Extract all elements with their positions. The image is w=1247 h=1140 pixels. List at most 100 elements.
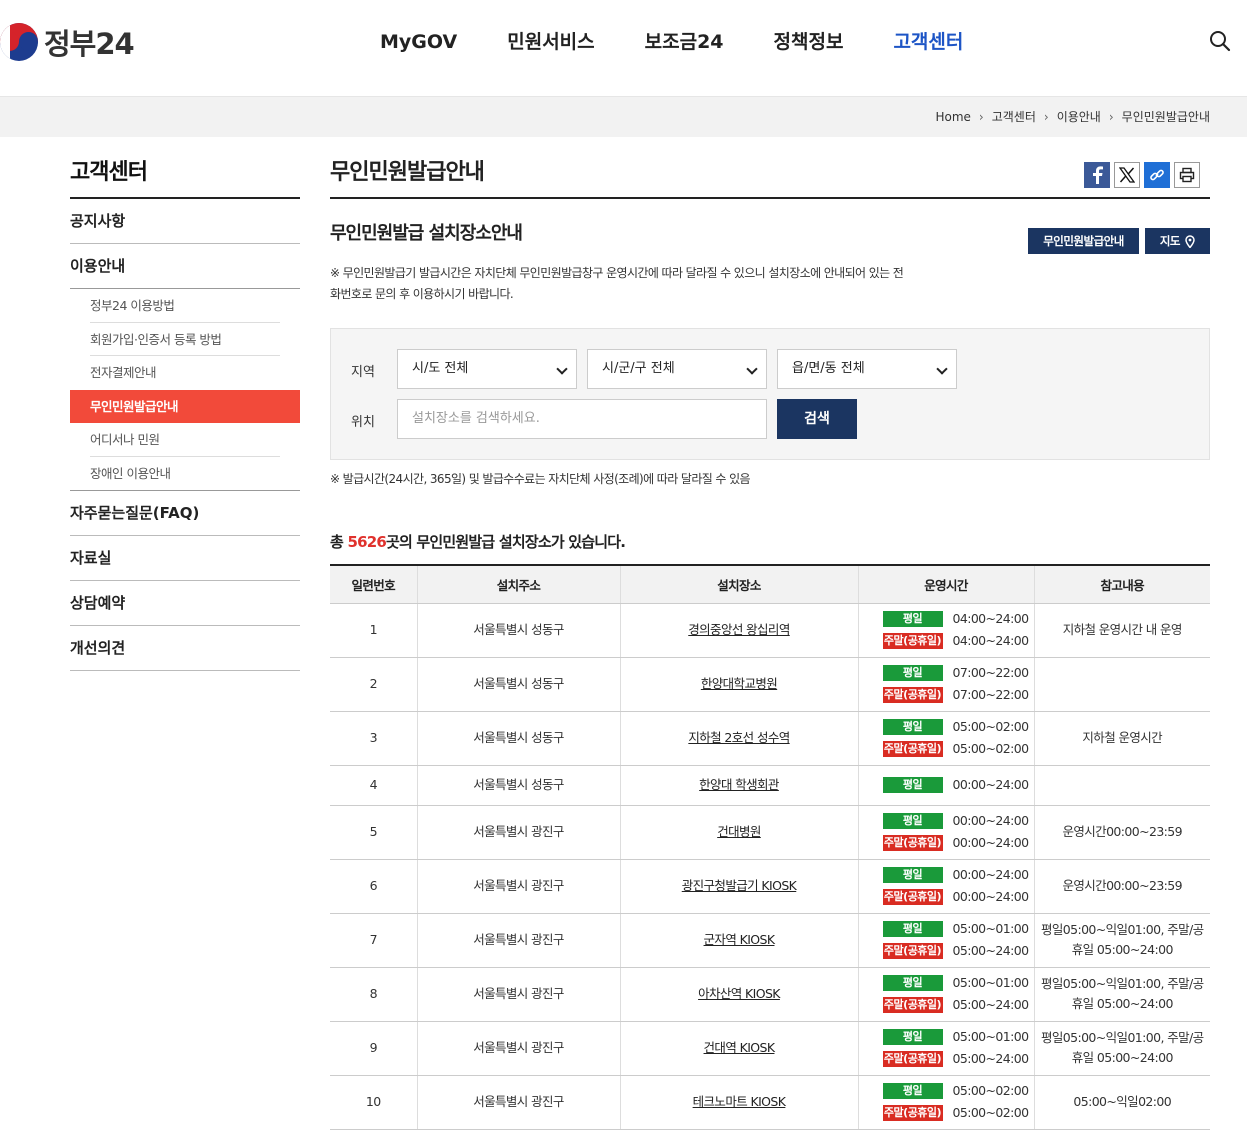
weekend-hours: 05:00~02:00 (952, 741, 1030, 756)
sidebar-sub-kiosk[interactable]: 무인민원발급안내 (70, 389, 300, 423)
sidebar-item-consult[interactable]: 상담예약 (70, 581, 300, 626)
install-place-link[interactable]: 아차산역 KIOSK (698, 986, 780, 1001)
hours-cell: 평일 05:00~01:00 주말(공휴일) 05:00~24:00 (861, 1027, 1032, 1069)
nav-civil-service[interactable]: 민원서비스 (507, 26, 594, 58)
weekday-hours: 00:00~24:00 (952, 867, 1030, 882)
install-place-cell: 한양대 학생회관 (619, 765, 858, 806)
sidebar-item-archive[interactable]: 자료실 (70, 536, 300, 581)
site-header: 정부24 MyGOV 민원서비스 보조금24 정책정보 고객센터 (0, 0, 1247, 96)
reference-note: 평일05:00~익일01:00, 주말/공휴일 05:00~24:00 (1033, 1021, 1210, 1076)
location-search-input[interactable]: 설치장소를 검색하세요. (397, 399, 767, 439)
install-place-link[interactable]: 지하철 2호선 성수역 (688, 730, 790, 745)
reference-note: 평일05:00~익일01:00, 주말/공휴일 05:00~24:00 (1033, 913, 1210, 968)
chevron-right-icon: › (1108, 109, 1114, 124)
hours-cell: 평일 05:00~02:00 주말(공휴일) 05:00~02:00 (861, 717, 1032, 759)
install-place-cell: 경의중앙선 왕십리역 (619, 603, 858, 658)
weekday-badge: 평일 (882, 975, 943, 991)
sidebar-item-notice[interactable]: 공지사항 (70, 199, 300, 244)
install-place-link[interactable]: 광진구청발급기 KIOSK (682, 878, 797, 893)
nav-subsidy[interactable]: 보조금24 (645, 26, 724, 58)
sidebar-sub-signup[interactable]: 회원가입·인증서 등록 방법 (70, 323, 300, 356)
col-header: 일련번호 (330, 564, 417, 604)
weekend-hours: 04:00~24:00 (952, 633, 1030, 648)
reference-note: 지하철 운영시간 내 운영 (1033, 603, 1210, 658)
operating-hours: 평일 07:00~22:00 주말(공휴일) 07:00~22:00 (857, 657, 1034, 712)
sidebar-item-guide[interactable]: 이용안내 (70, 244, 300, 289)
location-label: 위치 (351, 415, 375, 430)
serial-number: 5 (330, 805, 417, 860)
install-address: 서울특별시 광진구 (416, 1075, 620, 1130)
install-place-link[interactable]: 건대역 KIOSK (704, 1040, 776, 1055)
search-panel: 지역 시/도 전체 시/군/구 전체 읍/면/동 전체 위치 설치장소를 검색하… (330, 328, 1210, 460)
operating-hours: 평일 04:00~24:00 주말(공휴일) 04:00~24:00 (857, 603, 1034, 658)
install-address: 서울특별시 광진구 (416, 913, 620, 968)
nav-policy[interactable]: 정책정보 (774, 26, 844, 58)
sidebar-sub-anywhere[interactable]: 어디서나 민원 (70, 423, 300, 457)
operating-hours: 평일 00:00~24:00 (857, 765, 1034, 806)
install-place-link[interactable]: 한양대 학생회관 (699, 777, 779, 792)
weekend-hours: 07:00~22:00 (952, 687, 1030, 702)
nav-mygov[interactable]: MyGOV (380, 26, 457, 58)
install-address: 서울특별시 광진구 (416, 1021, 620, 1076)
install-place-link[interactable]: 테크노마트 KIOSK (693, 1094, 786, 1109)
nav-customer-center[interactable]: 고객센터 (893, 26, 963, 58)
install-place-cell: 건대병원 (619, 805, 858, 860)
weekend-badge: 주말(공휴일) (882, 741, 943, 757)
weekday-badge: 평일 (882, 611, 943, 627)
link-copy-icon[interactable] (1144, 162, 1170, 188)
kiosk-guide-button[interactable]: 무인민원발급안내 (1028, 228, 1139, 254)
table-row: 2 서울특별시 성동구 한양대학교병원 평일 07:00~22:00 주말(공휴일) 07:… (330, 657, 1210, 712)
hours-cell: 평일 00:00~24:00 (861, 775, 1032, 795)
install-address: 서울특별시 성동구 (416, 765, 620, 806)
weekday-hours: 05:00~01:00 (952, 1029, 1030, 1044)
col-header: 설치장소 (619, 564, 858, 604)
site-logo[interactable]: 정부24 (0, 22, 135, 62)
install-place-link[interactable]: 군자역 KIOSK (704, 932, 776, 947)
table-row: 3 서울특별시 성동구 지하철 2호선 성수역 평일 05:00~02:00 주말(공휴일… (330, 711, 1210, 766)
hours-cell: 평일 05:00~01:00 주말(공휴일) 05:00~24:00 (861, 919, 1032, 961)
install-place-link[interactable]: 한양대학교병원 (701, 676, 778, 691)
breadcrumb-current[interactable]: 무인민원발급안내 (1122, 108, 1210, 125)
print-icon[interactable] (1174, 162, 1200, 188)
total-count: 총 5626곳의 무인민원발급 설치장소가 있습니다. (330, 533, 626, 551)
facebook-icon[interactable] (1084, 162, 1110, 188)
serial-number: 10 (330, 1075, 417, 1130)
chevron-down-icon (556, 363, 568, 375)
sidebar-item-feedback[interactable]: 개선의견 (70, 626, 300, 671)
region-label: 지역 (351, 365, 375, 380)
serial-number: 2 (330, 657, 417, 712)
weekend-badge: 주말(공휴일) (882, 1051, 943, 1067)
weekend-badge: 주말(공휴일) (882, 835, 943, 851)
install-address: 서울특별시 성동구 (416, 711, 620, 766)
operating-hours: 평일 05:00~02:00 주말(공휴일) 05:00~02:00 (857, 1075, 1034, 1130)
eupmyeon-select[interactable]: 읍/면/동 전체 (777, 349, 957, 389)
breadcrumb-guide[interactable]: 이용안내 (1057, 108, 1101, 125)
install-place-link[interactable]: 경의중앙선 왕십리역 (688, 622, 790, 637)
sidebar-item-faq[interactable]: 자주묻는질문(FAQ) (70, 491, 300, 536)
weekday-badge: 평일 (882, 665, 943, 681)
map-pin-icon (1185, 234, 1195, 248)
sido-select[interactable]: 시/도 전체 (397, 349, 577, 389)
weekday-badge: 평일 (882, 1083, 943, 1099)
sidebar-sub-payment[interactable]: 전자결제안내 (70, 356, 300, 390)
weekday-hours: 00:00~24:00 (952, 813, 1030, 828)
search-button[interactable]: 검색 (777, 399, 857, 439)
breadcrumb-customer-center[interactable]: 고객센터 (992, 108, 1036, 125)
weekend-badge: 주말(공휴일) (882, 889, 943, 905)
serial-number: 3 (330, 711, 417, 766)
sigungu-select[interactable]: 시/군/구 전체 (587, 349, 767, 389)
table-row: 5 서울특별시 광진구 건대병원 평일 00:00~24:00 주말(공휴일) 00:00~… (330, 805, 1210, 860)
sidebar-sub-disabled[interactable]: 장애인 이용안내 (70, 457, 300, 491)
weekend-hours: 05:00~24:00 (952, 997, 1030, 1012)
table-row: 4 서울특별시 성동구 한양대 학생회관 평일 00:00~24:00 (330, 765, 1210, 806)
operating-hours: 평일 00:00~24:00 주말(공휴일) 00:00~24:00 (857, 805, 1034, 860)
logo-text: 정부24 (44, 27, 135, 61)
install-place-link[interactable]: 건대병원 (717, 824, 761, 839)
hours-cell: 평일 05:00~01:00 주말(공휴일) 05:00~24:00 (861, 973, 1032, 1015)
map-button[interactable]: 지도 (1144, 228, 1210, 254)
eupmyeon-select-value: 읍/면/동 전체 (792, 361, 865, 376)
search-icon[interactable] (1208, 29, 1232, 53)
x-twitter-icon[interactable] (1114, 162, 1140, 188)
breadcrumb-home[interactable]: Home (935, 110, 970, 124)
sidebar-sub-usage[interactable]: 정부24 이용방법 (70, 289, 300, 323)
